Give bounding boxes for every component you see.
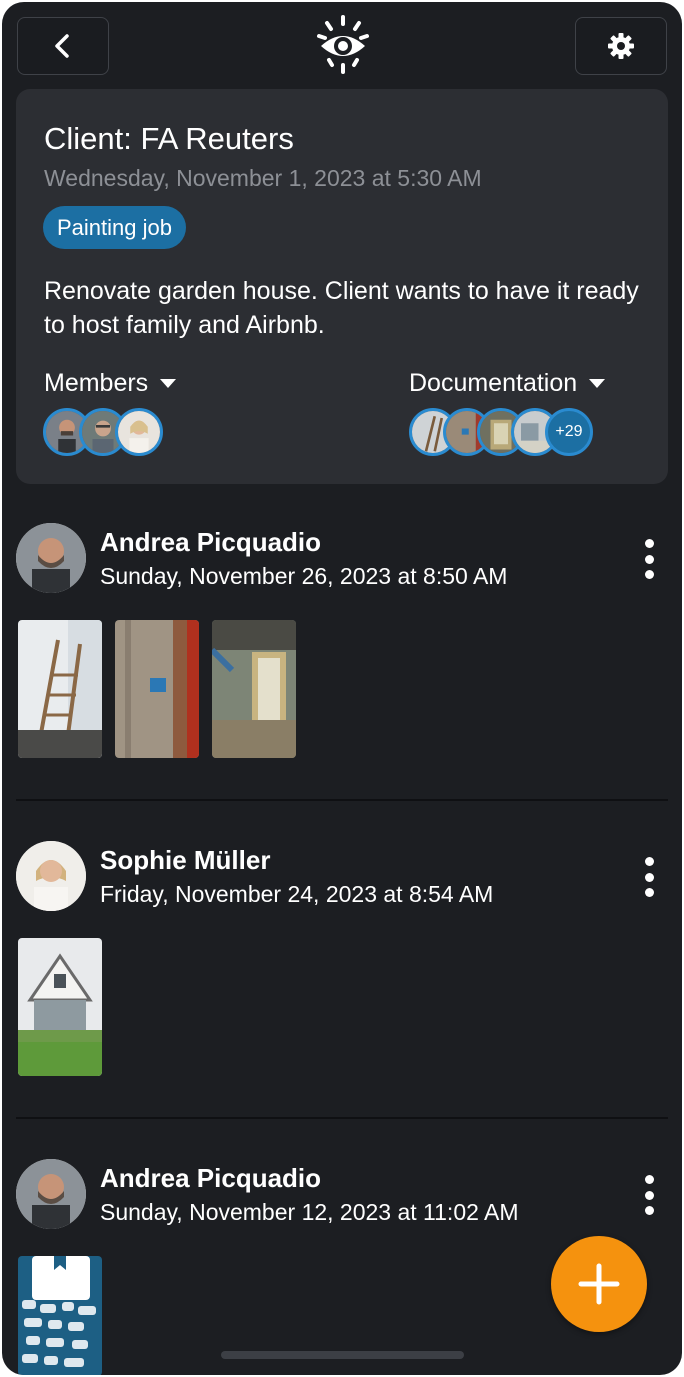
caret-down-icon [589,379,606,388]
more-options-icon[interactable] [636,857,662,897]
member-avatar [115,408,163,456]
divider [16,1117,668,1119]
home-indicator[interactable] [221,1351,464,1359]
job-tag[interactable]: Painting job [43,206,186,249]
job-title: Client: FA Reuters [44,121,294,156]
avatar[interactable] [16,1159,86,1229]
divider [16,799,668,801]
add-entry-button[interactable] [551,1236,647,1332]
avatar[interactable] [16,841,86,911]
post-author: Andrea Picquadio [100,1163,322,1193]
post-author: Andrea Picquadio [100,527,322,557]
job-description: Renovate garden house. Client wants to h… [44,277,639,339]
gear-icon [608,33,634,59]
job-card[interactable]: Client: FA Reuters Wednesday, November 1… [16,89,668,484]
post-date: Sunday, November 12, 2023 at 11:02 AM [100,1199,519,1225]
documentation-label: Documentation [409,369,578,397]
post-item: Sophie Müller Friday, November 24, 2023 … [16,841,668,1081]
settings-button[interactable] [575,17,667,75]
post-date: Sunday, November 26, 2023 at 8:50 AM [100,563,508,589]
app-screen: Client: FA Reuters Wednesday, November 1… [2,2,682,1375]
documentation-avatars[interactable]: +29 [409,408,599,456]
job-date: Wednesday, November 1, 2023 at 5:30 AM [44,165,482,191]
more-options-icon[interactable] [636,1175,662,1215]
chevron-left-icon [55,34,69,58]
avatar[interactable] [16,523,86,593]
plus-icon [578,1263,620,1305]
photo-thumbnail[interactable] [212,620,296,758]
back-button[interactable] [17,17,109,75]
documentation-more-badge[interactable]: +29 [545,408,593,456]
members-dropdown[interactable]: Members [44,369,177,398]
members-avatars[interactable] [43,408,163,456]
members-label: Members [44,369,149,397]
post-date: Friday, November 24, 2023 at 8:54 AM [100,881,494,907]
caret-down-icon [160,379,177,388]
photo-thumbnail[interactable] [18,1256,102,1375]
documentation-dropdown[interactable]: Documentation [409,369,606,398]
photo-thumbnail[interactable] [115,620,199,758]
more-options-icon[interactable] [636,539,662,579]
photo-thumbnail[interactable] [18,938,102,1076]
photo-thumbnail[interactable] [18,620,102,758]
post-author: Sophie Müller [100,845,271,875]
post-item: Andrea Picquadio Sunday, November 26, 20… [16,523,668,763]
eye-logo-icon [317,15,369,74]
